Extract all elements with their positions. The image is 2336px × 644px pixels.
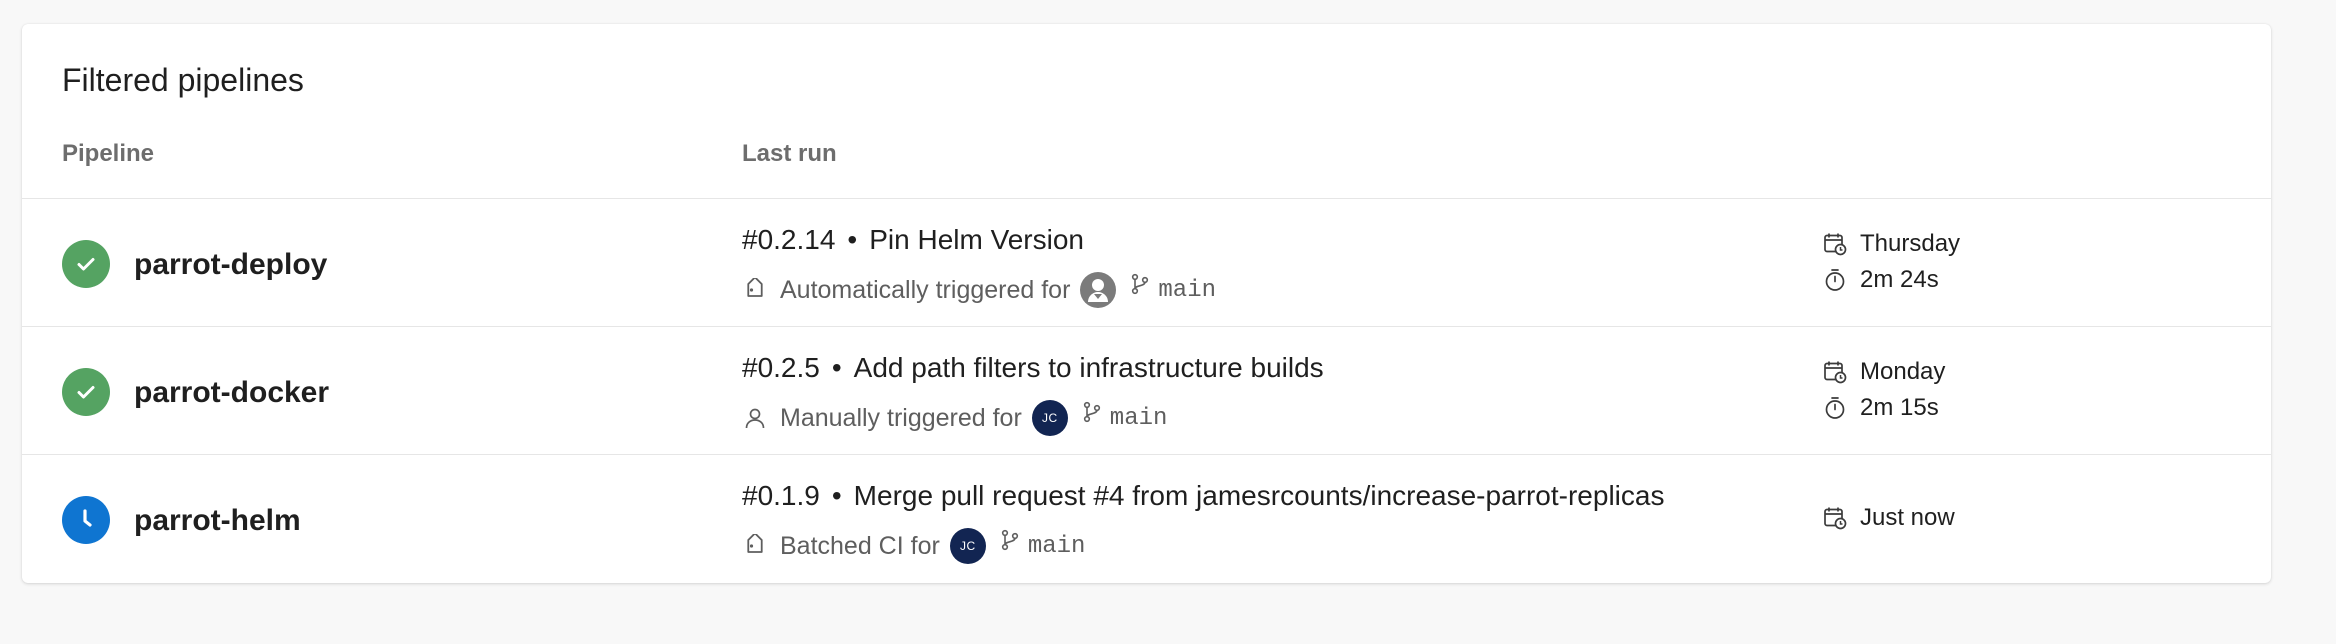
run-separator: •	[847, 224, 858, 255]
run-duration: 2m 24s	[1822, 267, 1939, 293]
run-commit-message: Add path filters to infrastructure build…	[853, 352, 1324, 383]
run-title[interactable]: #0.1.9 • Merge pull request #4 from jamesr…	[742, 480, 1665, 512]
run-separator: •	[831, 352, 842, 383]
trigger-text: Batched CI for	[780, 531, 940, 560]
run-trigger-info: Batched CI for JC main	[742, 527, 1085, 565]
pipeline-name-link[interactable]: parrot-docker	[134, 376, 329, 409]
run-separator: •	[831, 480, 842, 511]
branch-icon	[1128, 272, 1152, 296]
avatar	[1080, 272, 1117, 308]
run-trigger-info: Manually triggered for JC main	[742, 399, 1167, 437]
calendar-icon	[1822, 231, 1848, 257]
pipeline-row-parrot-docker[interactable]: parrot-docker #0.2.5 • Add path filters to…	[22, 326, 2271, 455]
run-date: Monday	[1822, 359, 1945, 385]
branch-icon	[1080, 400, 1104, 424]
tag-icon	[742, 533, 768, 559]
date-text: Thursday	[1860, 230, 1961, 257]
run-duration: 2m 15s	[1822, 395, 1939, 421]
duration-text: 2m 24s	[1860, 266, 1939, 293]
run-number: #0.2.5	[742, 352, 820, 383]
calendar-icon	[1822, 505, 1848, 531]
status-success-icon	[62, 240, 110, 288]
pipeline-row-parrot-deploy[interactable]: parrot-deploy #0.2.14 • Pin Helm Version A…	[22, 198, 2271, 327]
duration-text: 2m 15s	[1860, 394, 1939, 421]
person-icon	[742, 405, 768, 431]
run-number: #0.2.14	[742, 224, 836, 255]
run-date: Thursday	[1822, 231, 1960, 257]
avatar: JC	[949, 528, 986, 564]
stopwatch-icon	[1822, 267, 1848, 293]
pipeline-name-link[interactable]: parrot-helm	[134, 504, 301, 537]
run-title[interactable]: #0.2.14 • Pin Helm Version	[742, 224, 1084, 256]
run-commit-message: Merge pull request #4 from jamesrcounts/…	[853, 480, 1665, 511]
pipeline-row-parrot-helm[interactable]: parrot-helm #0.1.9 • Merge pull request #4…	[22, 454, 2271, 583]
branch-name[interactable]: main	[1158, 277, 1216, 304]
branch-name[interactable]: main	[1110, 405, 1168, 432]
run-number: #0.1.9	[742, 480, 820, 511]
card-title: Filtered pipelines	[62, 62, 304, 98]
calendar-icon	[1822, 359, 1848, 385]
pipeline-name-link[interactable]: parrot-deploy	[134, 248, 327, 281]
trigger-text: Manually triggered for	[780, 403, 1022, 432]
branch-icon	[998, 528, 1022, 552]
stopwatch-icon	[1822, 395, 1848, 421]
pipelines-card: Filtered pipelines Pipeline Last run par…	[22, 24, 2271, 583]
branch-name[interactable]: main	[1028, 533, 1086, 560]
run-title[interactable]: #0.2.5 • Add path filters to infrastructur…	[742, 352, 1324, 384]
column-header-last-run: Last run	[742, 140, 837, 167]
column-header-pipeline: Pipeline	[62, 140, 155, 167]
trigger-text: Automatically triggered for	[780, 275, 1071, 304]
status-running-icon	[62, 496, 110, 544]
run-commit-message: Pin Helm Version	[869, 224, 1084, 255]
tag-icon	[742, 277, 768, 303]
run-trigger-info: Automatically triggered for main	[742, 271, 1216, 309]
date-text: Monday	[1860, 358, 1946, 385]
run-date: Just now	[1822, 505, 1955, 531]
avatar: JC	[1031, 400, 1068, 436]
date-text: Just now	[1860, 504, 1955, 531]
status-success-icon	[62, 368, 110, 416]
